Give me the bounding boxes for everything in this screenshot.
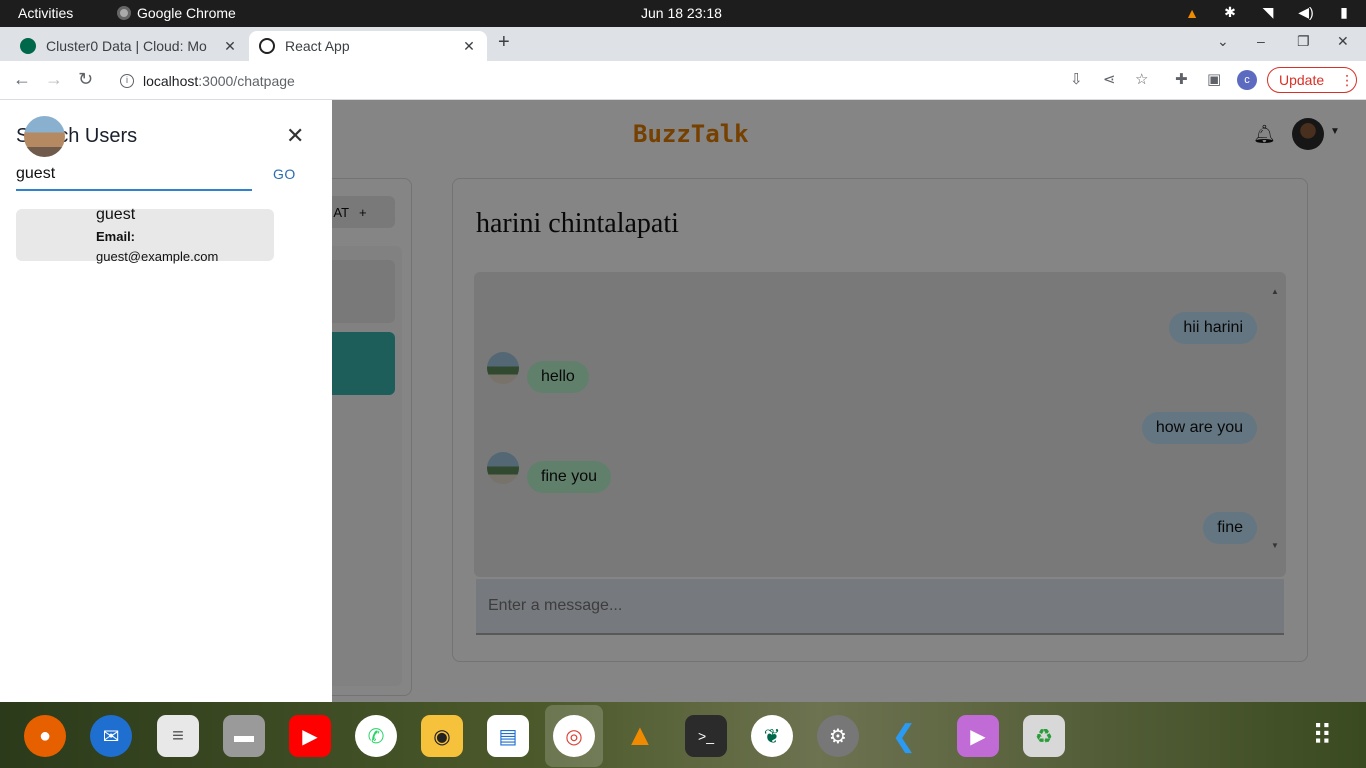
trash-icon[interactable]: ♻ [1023,715,1065,757]
mongodb-compass-icon[interactable]: ❦ [751,715,793,757]
install-icon[interactable]: ⇩ [1070,70,1083,88]
media-player-icon[interactable]: ▶ [957,715,999,757]
vlc-tray-icon[interactable]: ▲ [1184,5,1200,21]
rhythmbox-icon[interactable]: ◉ [421,715,463,757]
terminal-icon[interactable]: >_ [685,715,727,757]
extensions-icon[interactable]: ✚ [1175,70,1188,88]
show-apps-icon[interactable]: ⠿ [1312,719,1333,752]
minimize-button[interactable]: – [1257,33,1265,49]
tab-search-icon[interactable]: ⌄ [1217,33,1229,50]
kebab-menu-icon: ⋮ [1340,71,1355,88]
new-tab-button[interactable]: + [498,31,510,54]
close-window-button[interactable]: ✕ [1337,33,1349,50]
volume-icon[interactable]: ◀) [1298,4,1314,21]
accessibility-icon[interactable]: ✱ [1222,4,1238,21]
youtube-icon[interactable]: ▶ [289,715,331,757]
chrome-profile-avatar[interactable]: c [1237,70,1257,90]
system-tray[interactable]: ▲ ✱ ◥ ◀) ▮ [1184,4,1352,21]
battery-icon[interactable]: ▮ [1336,4,1352,21]
app-menu[interactable]: Google Chrome [117,5,236,21]
tab-cluster0[interactable]: Cluster0 Data | Cloud: Mo ✕ [10,31,248,61]
bookmark-star-icon[interactable]: ☆ [1135,70,1148,88]
share-icon[interactable]: ⋖ [1103,70,1116,88]
side-panel-icon[interactable]: ▣ [1207,70,1221,88]
close-icon[interactable]: ✕ [286,123,304,149]
chrome-icon[interactable]: ◎ [553,715,595,757]
reload-button[interactable]: ↻ [78,69,93,90]
activities-button[interactable]: Activities [18,5,73,21]
site-info-icon[interactable]: i [120,74,134,88]
vscode-icon[interactable]: ❮ [883,715,925,757]
whatsapp-icon[interactable]: ✆ [355,715,397,757]
go-button[interactable]: GO [273,166,296,182]
settings-icon[interactable]: ⚙ [817,715,859,757]
writer-icon[interactable]: ▤ [487,715,529,757]
restore-button[interactable]: ❐ [1297,33,1310,50]
thunderbird-icon[interactable]: ✉ [90,715,132,757]
user-email: guest@example.com [96,249,219,264]
forward-button[interactable]: → [45,69,63,90]
chrome-icon [117,6,131,20]
dock: ● ✉ ≡ ▬ ▶ ✆ ◉ ▤ ◎ ▲ >_ ❦ ⚙ ❮ ▶ ♻ [0,702,1366,768]
tab-react-app[interactable]: React App ✕ [249,31,487,61]
wifi-icon[interactable]: ◥ [1260,4,1276,21]
vlc-icon[interactable]: ▲ [619,715,661,757]
tab-strip: Cluster0 Data | Cloud: Mo ✕ React App ✕ [0,27,1366,61]
url-path: :3000/chatpage [198,73,295,89]
update-label: Update [1279,72,1325,88]
close-tab-icon[interactable]: ✕ [222,38,238,55]
firefox-icon[interactable]: ● [24,715,66,757]
text-editor-icon[interactable]: ≡ [157,715,199,757]
search-input[interactable] [16,158,252,191]
navigation-bar: ← → ↻ i localhost:3000/chatpage ⇩ ⋖ ☆ ✚ … [0,61,1366,100]
page-viewport: BuzzTalk 🔔︎ ▼ AT + harini chintalapati ▲… [0,100,1366,702]
search-users-drawer: Search Users ✕ GO guest Email: guest@exa… [0,100,332,702]
mongodb-leaf-icon [20,38,36,54]
address-bar[interactable]: i localhost:3000/chatpage [110,66,1060,96]
back-button[interactable]: ← [13,69,31,90]
clock[interactable]: Jun 18 23:18 [641,5,722,21]
url-host: localhost [143,73,199,89]
update-button[interactable]: Update ⋮ [1267,67,1357,93]
files-icon[interactable]: ▬ [223,715,265,757]
app-menu-label: Google Chrome [137,5,236,21]
tab-title: Cluster0 Data | Cloud: Mo [46,38,207,54]
close-tab-icon[interactable]: ✕ [461,38,477,55]
email-label: Email: [96,229,136,244]
tab-title: React App [285,38,350,54]
user-avatar [24,116,65,157]
user-list-item[interactable]: guest Email: guest@example.com [16,206,274,264]
user-name: guest [96,206,136,223]
react-icon [259,38,275,54]
system-top-bar: Activities Google Chrome Jun 18 23:18 ▲ … [0,0,1366,27]
